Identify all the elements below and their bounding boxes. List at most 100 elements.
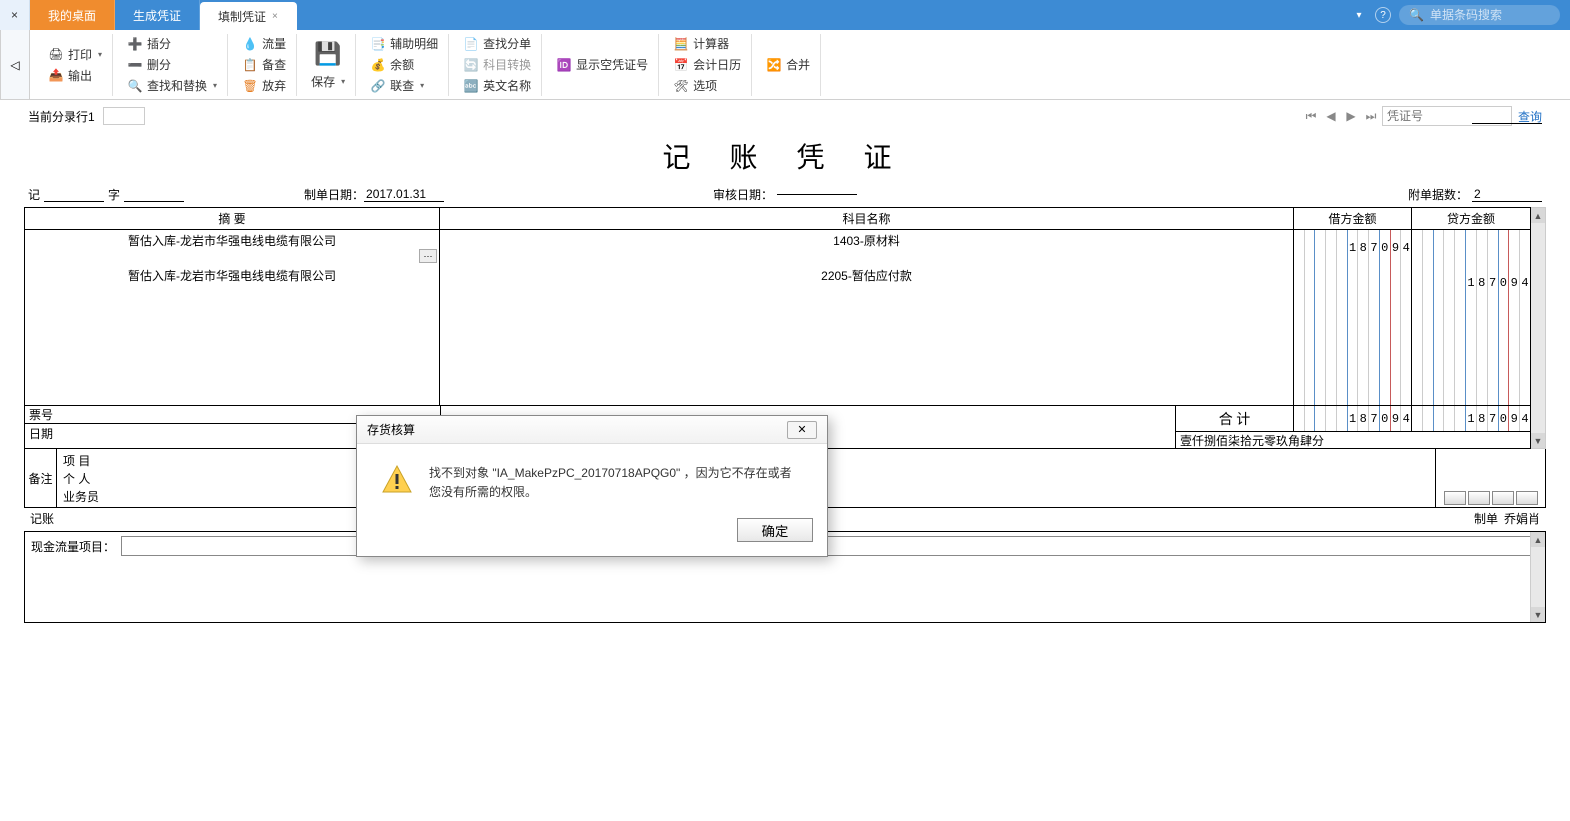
help-icon[interactable]: ? [1375,7,1391,23]
calendar-button[interactable]: 📅会计日历 [671,55,743,74]
calculator-button[interactable]: 🧮计算器 [671,34,743,53]
cell-subject[interactable]: 2205-暂估应付款 [440,265,1294,300]
table-vscroll[interactable]: ▲ ▼ [1531,207,1546,449]
abandon-button[interactable]: 🗑放弃 [240,76,288,95]
audit-button[interactable]: 📋备查 [240,55,288,74]
cell-subject[interactable] [440,300,1294,335]
ribbon-collapse[interactable]: ◁ [0,30,30,100]
cell-debit[interactable] [1294,300,1412,335]
table-header: 摘 要 科目名称 借方金额 贷方金额 [25,208,1530,230]
table-row[interactable] [25,300,1530,335]
label: 科目转换 [483,56,531,73]
ok-button[interactable]: 确定 [737,518,813,542]
mini-btn-4[interactable] [1516,491,1538,505]
table-row[interactable]: 暂估入库-龙岩市华强电线电缆有限公司2205-暂估应付款 187094 [25,265,1530,300]
cell-abstract[interactable] [25,335,440,370]
panel-close[interactable]: × [0,0,30,30]
scroll-up-icon[interactable]: ▲ [1531,208,1545,223]
linked-check-button[interactable]: 🔗联查▾ [368,76,440,95]
tab-fill-voucher[interactable]: 填制凭证× [200,2,297,30]
cell-abstract[interactable]: 暂估入库-龙岩市华强电线电缆有限公司⋯ [25,230,440,265]
total-label: 合 计 [1176,406,1294,431]
voucher-title: 记 账 凭 证 [24,136,1546,176]
attach-count[interactable]: 2 [1472,187,1542,202]
cn-amount: 壹仟捌佰柒拾元零玖角肆分 [1176,432,1530,448]
ellipsis-button[interactable]: ⋯ [419,249,437,263]
cell-debit[interactable] [1294,370,1412,405]
label: 查找和替换 [147,77,207,94]
next-button[interactable]: ▶ [1342,107,1360,125]
subject-convert-button[interactable]: 🔄科目转换 [461,55,533,74]
cell-credit[interactable]: 187094 [1412,265,1530,300]
prev-button[interactable]: ◀ [1322,107,1340,125]
show-empty-no-button[interactable]: 🆔显示空凭证号 [554,55,650,74]
mini-btn-1[interactable] [1444,491,1466,505]
cell-debit[interactable] [1294,265,1412,300]
scroll-down-icon[interactable]: ▼ [1531,433,1545,448]
save-icon: 💾 [312,38,344,70]
dropdown-icon[interactable]: ▾ [1351,7,1367,23]
calendar-icon: 📅 [673,57,689,73]
find-split-button[interactable]: 📄查找分单 [461,34,533,53]
cell-subject[interactable]: 1403-原材料 [440,230,1294,265]
cell-debit[interactable]: 187094 [1294,230,1412,265]
empty-no-icon: 🆔 [556,57,572,73]
cell-abstract[interactable] [25,370,440,405]
tab-desktop[interactable]: 我的桌面 [30,0,115,30]
mini-btn-3[interactable] [1492,491,1514,505]
chevron-down-icon: ▾ [341,77,345,86]
cell-subject[interactable] [440,335,1294,370]
english-icon: 🔤 [463,78,479,94]
barcode-search-input[interactable] [1430,8,1550,22]
dialog-title: 存货核算 [367,421,415,438]
topbar: × 我的桌面 生成凭证 填制凭证× ▾ ? 🔍 [0,0,1570,30]
voucher-word-input[interactable] [44,187,104,202]
label: 选项 [693,77,717,94]
last-button[interactable]: ⏭ [1362,107,1380,125]
delete-split-button[interactable]: ➖删分 [125,55,219,74]
cell-credit[interactable] [1412,370,1530,405]
tab-close-icon[interactable]: × [272,11,278,22]
voucher-zi-input[interactable] [124,187,184,202]
flow-button[interactable]: 💧流量 [240,34,288,53]
ribbon: 🖨打印▾ 📤输出 ➕插分 ➖删分 🔍查找和替换▾ 💧流量 📋备查 🗑放弃 💾 保… [30,30,1570,100]
merge-button[interactable]: 🔀合并 [764,55,812,74]
search-icon: 🔍 [1409,8,1424,22]
table-row[interactable] [25,370,1530,405]
cell-abstract[interactable] [25,300,440,335]
table-row[interactable] [25,335,1530,370]
tab-generate-voucher[interactable]: 生成凭证 [115,0,200,30]
cell-abstract[interactable]: 暂估入库-龙岩市华强电线电缆有限公司 [25,265,440,300]
insert-split-button[interactable]: ➕插分 [125,34,219,53]
aux-detail-button[interactable]: 📑辅助明细 [368,34,440,53]
table-row[interactable]: 暂估入库-龙岩市华强电线电缆有限公司⋯1403-原材料187094 [25,230,1530,265]
cell-credit[interactable] [1412,230,1530,265]
first-button[interactable]: ⏮ [1302,107,1320,125]
cell-credit[interactable] [1412,300,1530,335]
printer-icon: 🖨 [48,46,64,62]
dialog-close-button[interactable]: ✕ [787,421,817,439]
output-button[interactable]: 📤输出 [46,66,104,85]
print-button[interactable]: 🖨打印▾ [46,45,104,64]
convert-icon: 🔄 [463,57,479,73]
save-button[interactable]: 保存▾ [309,72,347,91]
options-button[interactable]: 🛠选项 [671,76,743,95]
cashflow-vscroll[interactable]: ▲ ▼ [1530,532,1545,622]
cell-debit[interactable] [1294,335,1412,370]
scroll-down-icon[interactable]: ▼ [1531,607,1545,622]
calculator-icon: 🧮 [673,36,689,52]
english-name-button[interactable]: 🔤英文名称 [461,76,533,95]
cell-credit[interactable] [1412,335,1530,370]
col-credit: 贷方金额 [1412,208,1530,229]
cell-subject[interactable] [440,370,1294,405]
top-right-slot [1472,108,1542,124]
balance-button[interactable]: 💰余额 [368,55,440,74]
cashflow-input[interactable] [121,536,1539,556]
scroll-up-icon[interactable]: ▲ [1531,532,1545,547]
mini-btn-2[interactable] [1468,491,1490,505]
label: 删分 [147,56,171,73]
label: 显示空凭证号 [576,56,648,73]
find-replace-button[interactable]: 🔍查找和替换▾ [125,76,219,95]
current-entry-field[interactable] [103,107,145,125]
barcode-search[interactable]: 🔍 [1399,5,1560,25]
